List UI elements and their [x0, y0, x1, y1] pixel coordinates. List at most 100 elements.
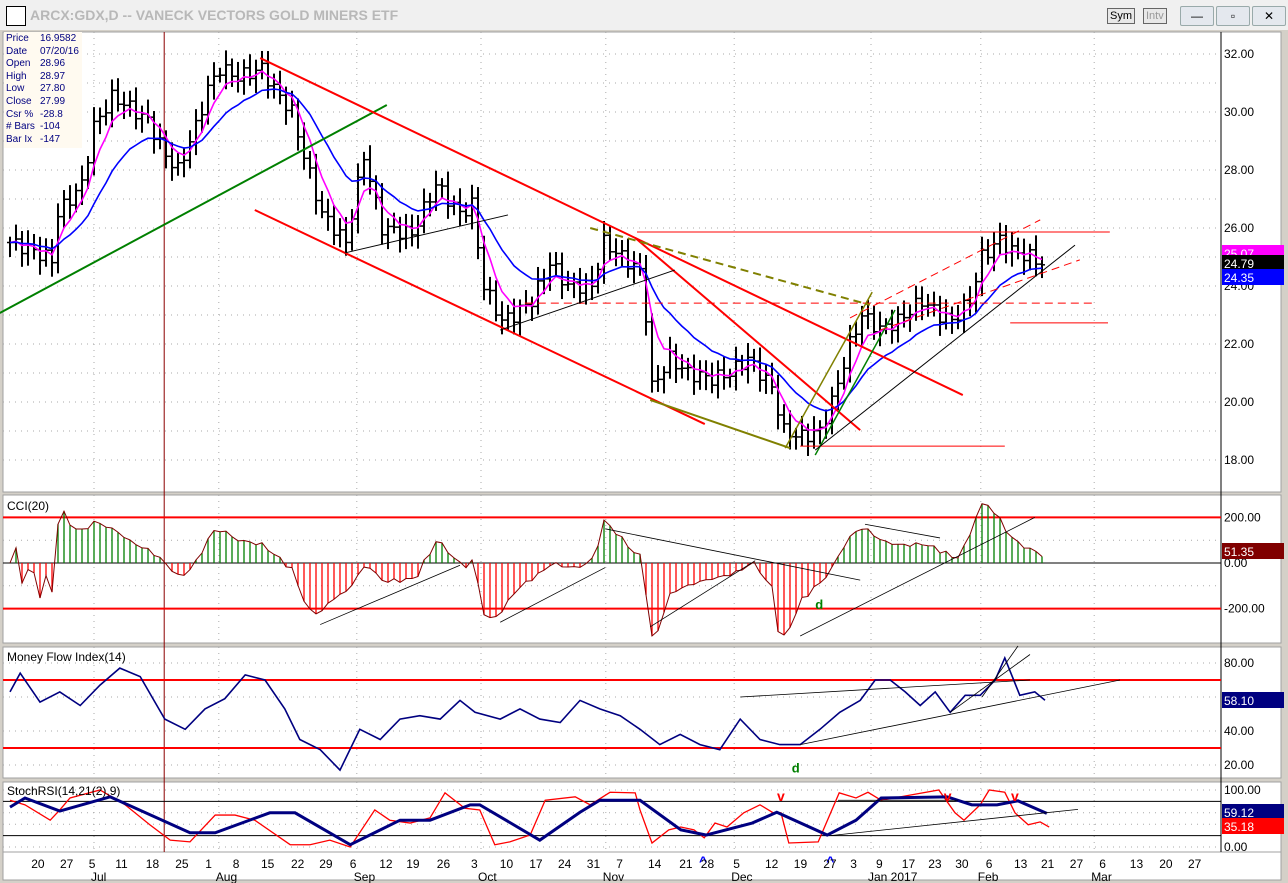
data-window-key: Bar Ix: [6, 133, 33, 145]
mfi-axis-label: 80.00: [1224, 656, 1254, 670]
date-axis-tick-label: 27: [823, 857, 837, 871]
cci-panel-title: CCI(20): [7, 499, 50, 513]
date-axis-month-label: Oct: [478, 870, 497, 883]
mfi-panel-title: Money Flow Index(14): [7, 650, 126, 664]
data-window-value: 28.97: [40, 70, 66, 82]
date-axis-tick-label: 8: [233, 857, 240, 871]
data-window-row: Bar Ix -147: [6, 134, 80, 147]
price-axis-label: 28.00: [1224, 163, 1254, 177]
last-price-tag: 24.79: [1224, 257, 1254, 271]
cci-axis-label: -200.00: [1224, 602, 1265, 616]
data-window-key: Csr %: [6, 108, 34, 120]
date-axis-tick-label: 22: [291, 857, 305, 871]
sell-signal-marker: v: [944, 788, 952, 804]
mfi-axis-label: 20.00: [1224, 758, 1254, 772]
mfi-value-tag: 58.10: [1224, 694, 1254, 708]
price-axis-label: 22.00: [1224, 337, 1254, 351]
data-window-value: 28.96: [40, 58, 66, 70]
data-window-key: # Bars: [6, 121, 35, 133]
data-window-value: 16.9582: [40, 33, 77, 44]
date-axis-tick-label: 19: [406, 857, 420, 871]
date-axis-tick-label: 30: [955, 857, 969, 871]
date-axis-tick-label: 17: [529, 857, 543, 871]
mfi-panel: [2, 646, 1282, 779]
sym-link-button[interactable]: Sym: [1107, 8, 1135, 24]
date-axis-tick-label: 14: [648, 857, 662, 871]
data-window-row: Low 27.80: [6, 83, 80, 96]
chart-canvas[interactable]: dd^ ^v v v18.0020.0022.0024.0026.0028.0030.…: [0, 30, 1288, 883]
chart-app-icon: [6, 6, 26, 26]
date-axis-tick-label: 27: [1188, 857, 1202, 871]
date-axis-tick-label: 19: [794, 857, 808, 871]
date-axis-tick-label: 13: [1130, 857, 1144, 871]
data-window-key: Low: [6, 83, 25, 95]
date-axis-tick-label: 17: [902, 857, 916, 871]
data-window-value: -147: [40, 133, 61, 145]
date-axis-tick-label: 3: [471, 857, 478, 871]
date-axis-tick-label: 27: [60, 857, 74, 871]
window-title: ARCX:GDX,D -- VANECK VECTORS GOLD MINERS…: [30, 7, 399, 23]
date-axis-month-label: Jul: [91, 870, 106, 883]
data-window-value: 07/20/16: [40, 45, 79, 57]
date-axis-tick-label: 6: [1099, 857, 1106, 871]
stochrsi-panel-title: StochRSI(14,21(2),9): [7, 784, 121, 798]
date-axis-tick-label: 20: [31, 857, 45, 871]
sell-signal-marker: v: [1011, 788, 1019, 804]
title-bar: ARCX:GDX,D -- VANECK VECTORS GOLD MINERS…: [0, 0, 1288, 31]
data-window-row: Price 16.9582: [6, 33, 80, 46]
date-axis-tick-label: 23: [928, 857, 942, 871]
data-window-row: Open 28.96: [6, 58, 80, 71]
price-axis-label: 26.00: [1224, 221, 1254, 235]
date-axis-tick-label: 18: [146, 857, 160, 871]
date-axis-tick-label: 12: [379, 857, 393, 871]
date-axis-tick-label: 21: [679, 857, 693, 871]
data-window-row: Csr % -28.8: [6, 109, 80, 122]
stochrsi-axis-label: 100.00: [1224, 783, 1261, 797]
date-axis-tick-label: 11: [115, 857, 128, 871]
date-axis-tick-label: 5: [89, 857, 96, 871]
date-axis-tick-label: 10: [500, 857, 514, 871]
minimize-button[interactable]: —: [1180, 6, 1214, 26]
date-axis-tick-label: 31: [587, 857, 601, 871]
data-window-row: Close 27.99: [6, 96, 80, 109]
price-axis-label: 30.00: [1224, 105, 1254, 119]
mfi-axis-label: 40.00: [1224, 724, 1254, 738]
date-axis-tick-label: 1: [205, 857, 212, 871]
date-axis-month-label: Mar: [1091, 870, 1112, 883]
date-axis-tick-label: 13: [1014, 857, 1028, 871]
mfi-annotation-d: d: [792, 760, 800, 775]
date-axis-tick-label: 26: [437, 857, 451, 871]
date-axis-month-label: Jan 2017: [868, 870, 918, 883]
cci-axis-label: 200.00: [1224, 510, 1261, 524]
data-window-value: -28.8: [40, 108, 63, 120]
data-window-key: Price: [6, 33, 29, 44]
date-axis-tick-label: 5: [733, 857, 740, 871]
date-axis-month-label: Sep: [354, 870, 376, 883]
close-button[interactable]: ✕: [1252, 6, 1286, 26]
price-axis-label: 18.00: [1224, 453, 1254, 467]
date-axis-month-label: Dec: [731, 870, 752, 883]
data-window-key: High: [6, 70, 27, 82]
data-window-value: -104: [40, 121, 61, 133]
maximize-button[interactable]: ▫: [1216, 6, 1250, 26]
date-axis-tick-label: 25: [175, 857, 189, 871]
data-window-row: Date 07/20/16: [6, 46, 80, 59]
price-axis-label: 20.00: [1224, 395, 1254, 409]
data-window-key: Open: [6, 58, 31, 70]
intv-link-button[interactable]: Intv: [1143, 8, 1167, 24]
data-window: Price 16.9582 Date 07/20/16 Open 28.96 High 28.…: [4, 32, 82, 148]
data-window-key: Date: [6, 45, 28, 57]
data-window-key: Close: [6, 95, 32, 107]
date-axis-tick-label: 29: [319, 857, 333, 871]
date-axis-tick-label: 27: [1070, 857, 1084, 871]
data-window-value: 27.80: [40, 83, 66, 95]
data-window-row: High 28.97: [6, 71, 80, 84]
cci-value-tag: 51.35: [1224, 545, 1254, 559]
stochrsi-k-value-tag: 59.12: [1224, 806, 1254, 820]
date-axis-tick-label: 6: [350, 857, 357, 871]
price-axis-label: 32.00: [1224, 47, 1254, 61]
date-axis-tick-label: 7: [616, 857, 623, 871]
slow-ma-value-tag: 24.35: [1224, 271, 1254, 285]
date-axis: [2, 851, 1282, 881]
date-axis-month-label: Feb: [978, 870, 999, 883]
